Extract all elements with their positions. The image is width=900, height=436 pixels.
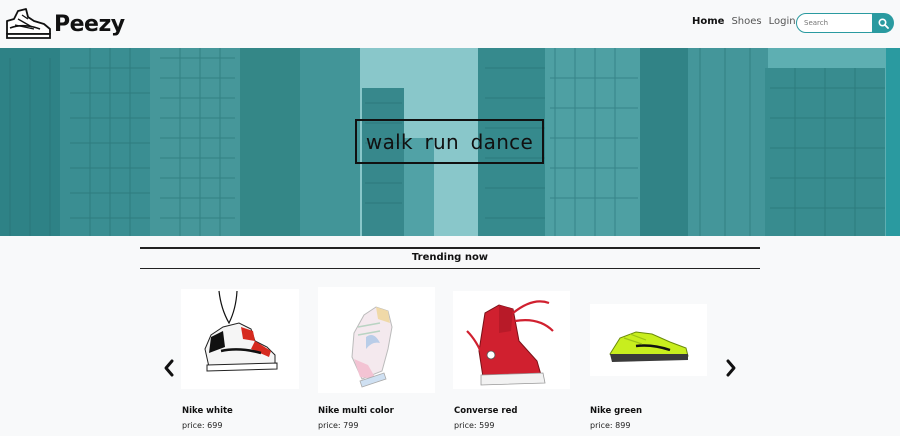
trending-title: Trending now <box>411 252 489 263</box>
sneaker-image <box>466 300 554 386</box>
trending-divider-top <box>140 247 760 249</box>
navbar: Peezy Home Shoes Login <box>0 0 900 48</box>
brand-name: Peezy <box>54 11 125 37</box>
product-image-nike-green[interactable] <box>590 304 707 376</box>
hero-edge-stripe <box>886 48 900 236</box>
nav-link-home[interactable]: Home <box>692 16 724 27</box>
product-name[interactable]: Nike white <box>182 406 233 416</box>
sneaker-image <box>351 306 393 388</box>
search-bar <box>796 13 894 33</box>
sneaker-image <box>609 331 689 362</box>
product-image-nike-multi-color[interactable] <box>318 287 435 393</box>
trending-divider-bottom <box>140 268 760 269</box>
hero-tagline-box: walk run dance <box>355 119 544 164</box>
chevron-right-icon[interactable] <box>724 358 738 378</box>
search-button[interactable] <box>872 13 894 33</box>
product-price: price: 899 <box>590 421 631 430</box>
product-name[interactable]: Nike green <box>590 406 642 416</box>
chevron-left-icon[interactable] <box>162 358 176 378</box>
hero-banner: walk run dance <box>0 48 900 236</box>
sneaker-logo-icon <box>6 8 51 39</box>
search-icon <box>877 17 889 29</box>
nav-link-shoes[interactable]: Shoes <box>731 16 761 27</box>
brand[interactable]: Peezy <box>4 6 125 42</box>
search-input[interactable] <box>796 13 880 33</box>
product-name[interactable]: Converse red <box>454 406 517 416</box>
sneaker-image <box>204 290 278 372</box>
product-price: price: 599 <box>454 421 495 430</box>
hero-tagline: walk run dance <box>365 129 534 154</box>
product-price: price: 699 <box>182 421 223 430</box>
nav-link-login[interactable]: Login <box>769 16 796 27</box>
product-price: price: 799 <box>318 421 359 430</box>
product-image-converse-red[interactable] <box>453 291 570 389</box>
product-name[interactable]: Nike multi color <box>318 406 394 416</box>
product-image-nike-white[interactable] <box>181 289 299 389</box>
